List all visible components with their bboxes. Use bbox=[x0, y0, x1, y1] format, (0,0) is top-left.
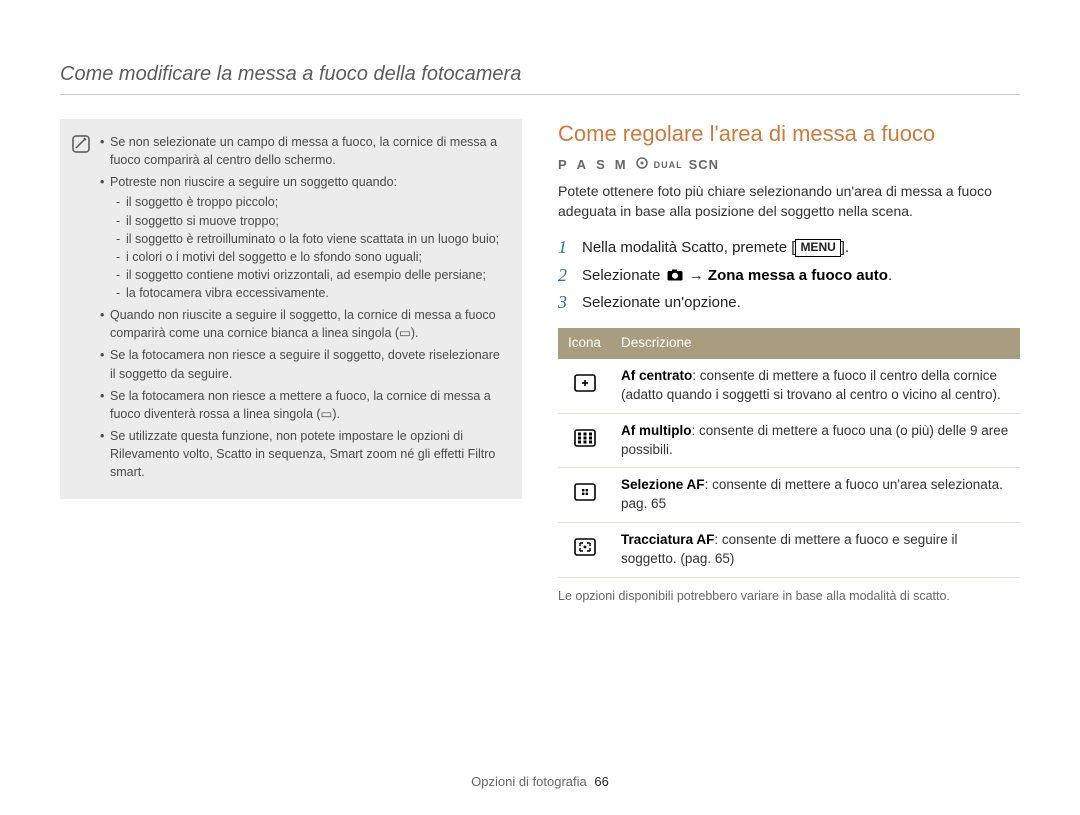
af-selection-icon bbox=[558, 468, 611, 523]
step-pre: Selezionate bbox=[582, 267, 665, 284]
table-row: Af multiplo: consente di mettere a fuoco… bbox=[558, 413, 1020, 468]
step-item: 1 Nella modalità Scatto, premete [MENU]. bbox=[558, 237, 1020, 259]
note-bullet: Se la fotocamera non riesce a seguire il… bbox=[100, 346, 506, 382]
note-sub-list: il soggetto è troppo piccolo; il soggett… bbox=[116, 193, 506, 302]
note-bullet: Quando non riuscite a seguire il soggett… bbox=[100, 306, 506, 342]
note-sub-bullet: il soggetto è troppo piccolo; bbox=[116, 193, 506, 211]
menu-badge: MENU bbox=[795, 239, 840, 257]
note-box: Se non selezionate un campo di messa a f… bbox=[60, 119, 522, 499]
option-name: Af centrato bbox=[621, 368, 692, 383]
page-footer: Opzioni di fotografia 66 bbox=[60, 755, 1020, 815]
left-column: Se non selezionate un campo di messa a f… bbox=[60, 119, 522, 755]
step-item: 3 Selezionate un'opzione. bbox=[558, 292, 1020, 314]
notepad-icon bbox=[72, 135, 90, 153]
section-intro: Potete ottenere foto più chiare selezion… bbox=[558, 182, 1020, 221]
camera-icon bbox=[667, 266, 683, 278]
step-number: 3 bbox=[558, 292, 572, 314]
step-text: Selezionate → Zona messa a fuoco auto. bbox=[582, 265, 1020, 286]
table-head-desc: Descrizione bbox=[611, 328, 1020, 359]
note-bullet: Se non selezionate un campo di messa a f… bbox=[100, 133, 506, 169]
note-bullet: Se la fotocamera non riesce a mettere a … bbox=[100, 387, 506, 423]
af-tracking-icon bbox=[558, 523, 611, 578]
step-text: Nella modalità Scatto, premete [MENU]. bbox=[582, 237, 1020, 258]
mode-dual: DUAL bbox=[654, 159, 683, 172]
mode-p: P bbox=[558, 156, 571, 174]
table-row: Af centrato: consente di mettere a fuoco… bbox=[558, 359, 1020, 413]
note-sub-bullet: il soggetto si muove troppo; bbox=[116, 212, 506, 230]
option-name: Selezione AF bbox=[621, 477, 705, 492]
table-head-icon: Icona bbox=[558, 328, 611, 359]
option-name: Af multiplo bbox=[621, 423, 692, 438]
arrow-text: → bbox=[685, 267, 708, 284]
step-bold: Zona messa a fuoco auto bbox=[708, 267, 888, 284]
mode-dual-icon bbox=[636, 156, 648, 174]
two-column-layout: Se non selezionate un campo di messa a f… bbox=[60, 119, 1020, 755]
note-sub-bullet: la fotocamera vibra eccessivamente. bbox=[116, 284, 506, 302]
step-post: . bbox=[888, 267, 892, 284]
options-table: Icona Descrizione Af centrato: consente … bbox=[558, 328, 1020, 578]
af-center-icon bbox=[558, 359, 611, 413]
option-name: Tracciatura AF bbox=[621, 532, 714, 547]
mode-s: S bbox=[596, 156, 609, 174]
table-row: Selezione AF: consente di mettere a fuoc… bbox=[558, 468, 1020, 523]
footer-label: Opzioni di fotografia bbox=[471, 774, 587, 789]
right-column: Come regolare l'area di messa a fuoco P … bbox=[558, 119, 1020, 755]
note-bullet-text: Potreste non riuscire a seguire un sogge… bbox=[110, 175, 397, 189]
af-multi-icon bbox=[558, 413, 611, 468]
step-post: ]. bbox=[841, 239, 849, 256]
note-bullet: Se utilizzate questa funzione, non potet… bbox=[100, 427, 506, 481]
section-title: Come regolare l'area di messa a fuoco bbox=[558, 119, 1020, 150]
section-footnote: Le opzioni disponibili potrebbero variar… bbox=[558, 588, 1020, 606]
note-list: Se non selezionate un campo di messa a f… bbox=[100, 133, 506, 485]
note-sub-bullet: il soggetto contiene motivi orizzontali,… bbox=[116, 266, 506, 284]
step-number: 1 bbox=[558, 237, 572, 259]
mode-m: M bbox=[615, 156, 630, 174]
step-text: Selezionate un'opzione. bbox=[582, 292, 1020, 313]
step-item: 2 Selezionate → Zona messa a fuoco auto. bbox=[558, 265, 1020, 287]
table-row: Tracciatura AF: consente di mettere a fu… bbox=[558, 523, 1020, 578]
step-number: 2 bbox=[558, 265, 572, 287]
page-header: Come modificare la messa a fuoco della f… bbox=[60, 60, 1020, 95]
table-desc: Tracciatura AF: consente di mettere a fu… bbox=[611, 523, 1020, 578]
page-number: 66 bbox=[594, 774, 608, 789]
mode-a: A bbox=[577, 156, 590, 174]
table-desc: Selezione AF: consente di mettere a fuoc… bbox=[611, 468, 1020, 523]
mode-scn: SCN bbox=[689, 156, 719, 174]
steps-list: 1 Nella modalità Scatto, premete [MENU].… bbox=[558, 237, 1020, 314]
table-desc: Af multiplo: consente di mettere a fuoco… bbox=[611, 413, 1020, 468]
note-bullet: Potreste non riuscire a seguire un sogge… bbox=[100, 173, 506, 302]
manual-page: Come modificare la messa a fuoco della f… bbox=[0, 0, 1080, 815]
step-pre: Nella modalità Scatto, premete [ bbox=[582, 239, 795, 256]
table-desc: Af centrato: consente di mettere a fuoco… bbox=[611, 359, 1020, 413]
note-sub-bullet: i colori o i motivi del soggetto e lo sf… bbox=[116, 248, 506, 266]
note-sub-bullet: il soggetto è retroilluminato o la foto … bbox=[116, 230, 506, 248]
mode-indicator-row: P A S M DUAL SCN bbox=[558, 156, 1020, 174]
